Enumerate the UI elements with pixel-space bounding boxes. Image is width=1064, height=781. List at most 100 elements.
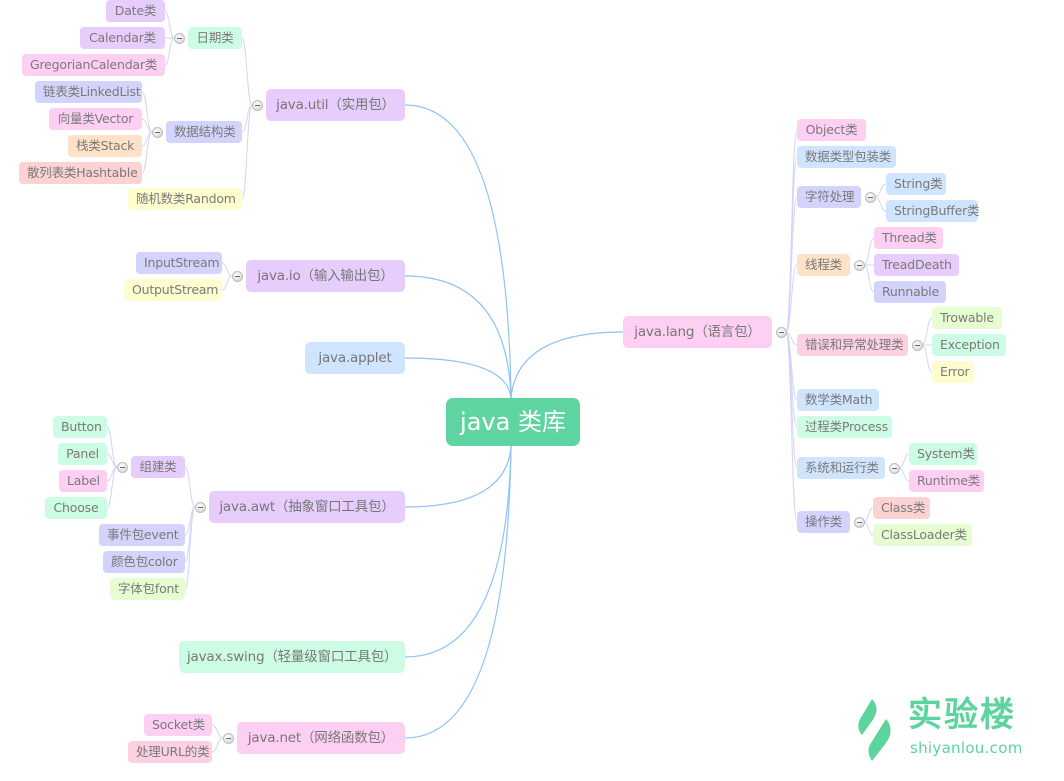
shiyanlou-logo: 实验楼 shiyanlou.com (850, 695, 1050, 765)
topic-node-evt[interactable]: 事件包event (99, 524, 185, 546)
topic-node-e2[interactable]: Exception (932, 334, 1006, 356)
connector-lang-sys (785, 331, 798, 469)
connector-awt-col (184, 506, 196, 563)
connector-root-lang (510, 331, 624, 399)
topic-node-io1[interactable]: InputStream (136, 252, 222, 274)
topic-node-o1[interactable]: Class类 (873, 497, 930, 519)
connector-err-e3 (921, 344, 933, 373)
topic-node-math[interactable]: 数学类Math (797, 389, 879, 411)
connector-str-s2 (874, 196, 887, 212)
topic-node-err[interactable]: 错误和异常处理类 (797, 334, 908, 356)
topic-node-obj[interactable]: Object类 (797, 119, 866, 141)
logo-domain: shiyanlou.com (910, 739, 1023, 757)
connector-root-util (404, 104, 512, 399)
connector-lang-math (785, 331, 798, 401)
package-node-io[interactable]: java.io（输入输出包） (246, 260, 405, 292)
connector-net-n2 (211, 737, 224, 753)
package-node-applet[interactable]: java.applet (305, 342, 405, 374)
connector-ds-ds3 (141, 131, 153, 147)
topic-node-c4[interactable]: Choose (45, 497, 107, 519)
connector-lang-wrap (785, 156, 798, 333)
collapse-toggle-lang[interactable] (775, 326, 787, 338)
topic-node-y1[interactable]: System类 (909, 443, 977, 465)
connector-io-io1 (221, 262, 233, 277)
mindmap-canvas: java.util（实用包） 日期类 Date类 Calendar类 Gregorian… (0, 0, 1064, 781)
connector-lang-op (785, 331, 798, 523)
package-node-awt[interactable]: java.awt（抽象窗口工具包） (209, 491, 405, 523)
topic-node-s1[interactable]: String类 (886, 173, 946, 195)
topic-node-ds2[interactable]: 向量类Vector (49, 108, 142, 130)
connector-op-o2 (863, 521, 874, 536)
topic-node-c3[interactable]: Label (59, 470, 107, 492)
topic-node-s2[interactable]: StringBuffer类 (886, 200, 980, 222)
connector-comp-c2 (106, 453, 118, 468)
topic-node-date[interactable]: 日期类 (188, 27, 242, 49)
collapse-toggle-sys[interactable] (888, 462, 900, 474)
topic-node-o2[interactable]: ClassLoader类 (873, 524, 972, 546)
topic-node-c2[interactable]: Panel (58, 443, 107, 465)
topic-node-thr[interactable]: 线程类 (797, 254, 850, 276)
topic-node-sys[interactable]: 系统和运行类 (797, 457, 885, 479)
connector-lang-str (785, 196, 798, 333)
connector-awt-comp (184, 466, 196, 508)
root-node[interactable]: java 类库 (446, 398, 580, 446)
package-node-util[interactable]: java.util（实用包） (266, 89, 405, 121)
topic-node-wrap[interactable]: 数据类型包装类 (797, 146, 896, 168)
collapse-toggle-comp[interactable] (116, 461, 128, 473)
connector-root-io (404, 275, 512, 399)
topic-node-date3[interactable]: GregorianCalendar类 (22, 54, 165, 76)
package-node-swing[interactable]: javax.swing（轻量级窗口工具包） (179, 641, 405, 673)
collapse-toggle-str[interactable] (864, 191, 876, 203)
collapse-toggle-awt[interactable] (194, 501, 206, 513)
topic-node-e3[interactable]: Error (932, 361, 974, 383)
topic-node-t3[interactable]: Runnable (874, 281, 946, 303)
collapse-toggle-ds[interactable] (151, 126, 163, 138)
leaf-logo-icon (858, 699, 891, 761)
collapse-toggle-io[interactable] (231, 270, 243, 282)
connector-util-date (241, 37, 253, 106)
topic-node-op[interactable]: 操作类 (797, 511, 850, 533)
collapse-toggle-thr[interactable] (853, 259, 865, 271)
topic-node-ds[interactable]: 数据结构类 (166, 121, 242, 143)
connector-util-rand (241, 104, 253, 200)
topic-node-date1[interactable]: Date类 (106, 0, 165, 22)
collapse-toggle-err[interactable] (911, 339, 923, 351)
topic-node-rand[interactable]: 随机数类Random (128, 188, 242, 210)
connector-layer (106, 10, 933, 753)
topic-node-n1[interactable]: Socket类 (144, 714, 212, 736)
collapse-toggle-date[interactable] (173, 32, 185, 44)
connector-op-o1 (863, 507, 874, 523)
topic-node-ds4[interactable]: 散列表类Hashtable (19, 162, 142, 184)
connector-comp-c3 (106, 466, 118, 482)
topic-node-font[interactable]: 字体包font (110, 578, 185, 600)
topic-node-ds1[interactable]: 链表类LinkedList (35, 81, 142, 103)
topic-node-c1[interactable]: Button (53, 416, 107, 438)
connector-awt-font (184, 506, 196, 590)
connector-ds-ds4 (141, 131, 153, 174)
connector-str-s1 (874, 183, 887, 198)
collapse-toggle-op[interactable] (853, 516, 865, 528)
topic-node-y2[interactable]: Runtime类 (909, 470, 984, 492)
collapse-toggle-net[interactable] (222, 732, 234, 744)
connector-root-awt (404, 445, 512, 508)
topic-node-proc[interactable]: 过程类Process (797, 416, 892, 438)
topic-node-t2[interactable]: TreadDeath (874, 254, 959, 276)
topic-node-date2[interactable]: Calendar类 (80, 27, 165, 49)
package-node-net[interactable]: java.net（网络函数包） (237, 722, 405, 754)
topic-node-comp[interactable]: 组建类 (131, 456, 185, 478)
topic-node-t1[interactable]: Thread类 (874, 227, 943, 249)
topic-node-str[interactable]: 字符处理 (797, 186, 861, 208)
connector-io-io2 (221, 275, 233, 291)
topic-node-ds3[interactable]: 栈类Stack (68, 135, 142, 157)
connector-root-net (404, 445, 512, 739)
collapse-toggle-util[interactable] (251, 99, 263, 111)
package-node-lang[interactable]: java.lang（语言包） (623, 316, 772, 348)
connector-awt-evt (184, 506, 196, 536)
connector-net-n1 (211, 724, 224, 739)
topic-node-n2[interactable]: 处理URL的类 (128, 741, 212, 763)
topic-node-col[interactable]: 颜色包color (103, 551, 185, 573)
logo-name-cn: 实验楼 (908, 695, 1016, 735)
connector-date-date3 (164, 37, 175, 66)
topic-node-io2[interactable]: OutputStream (124, 279, 222, 301)
topic-node-e1[interactable]: Trowable (932, 307, 1002, 329)
